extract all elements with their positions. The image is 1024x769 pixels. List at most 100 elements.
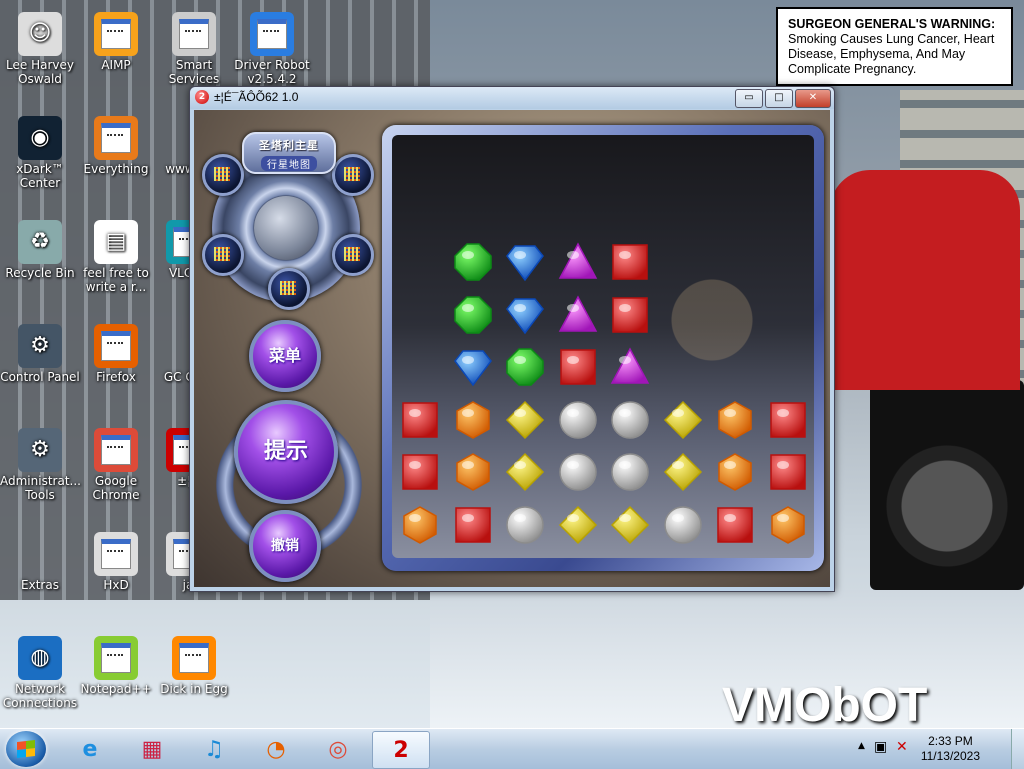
music-button[interactable]: ♫ <box>186 731 242 767</box>
clock[interactable]: 2:33 PM 11/13/2023 <box>921 734 980 764</box>
board-cell[interactable] <box>766 503 810 547</box>
board-cell[interactable] <box>608 398 652 442</box>
board-cell[interactable] <box>451 398 495 442</box>
volume-muted-icon[interactable]: ✕ <box>896 739 908 755</box>
board-cell[interactable] <box>766 398 810 442</box>
board-cell[interactable] <box>661 450 705 494</box>
red-gem <box>717 506 753 543</box>
desktop-icon-dick-in-egg[interactable]: Dick in Egg <box>154 632 234 728</box>
game-button[interactable]: 2 <box>372 731 430 769</box>
board-cell[interactable] <box>713 398 757 442</box>
desktop-icon-administrat-tools[interactable]: ⚙ Administrat... Tools <box>0 424 81 520</box>
app-icon: ⚙ <box>18 428 62 472</box>
board-cell[interactable] <box>608 240 652 284</box>
desktop-icon-feel-free-to-write-a-r[interactable]: ▤ feel free to write a r... <box>76 216 156 312</box>
desktop-icon-network-connections[interactable]: ◍ Network Connections <box>0 632 80 728</box>
orange-gem <box>718 453 752 491</box>
board-cell[interactable] <box>503 345 547 389</box>
yellow-gem <box>663 400 702 439</box>
purple-gem <box>558 242 597 279</box>
desktop-icon-hxd[interactable]: HxD <box>76 528 156 624</box>
close-button[interactable]: ✕ <box>795 89 831 108</box>
board-cell[interactable] <box>608 345 652 389</box>
board-cell[interactable] <box>556 345 600 389</box>
app-icon <box>94 636 138 680</box>
archive-button[interactable]: ▦ <box>124 731 180 767</box>
hint-button[interactable]: 提示 <box>234 400 338 504</box>
planet-icon-4[interactable] <box>332 234 374 276</box>
red-gem <box>612 296 648 333</box>
system-tray: ▲ ▣ ✕ 2:33 PM 11/13/2023 <box>854 729 1024 769</box>
board-cell[interactable] <box>608 503 652 547</box>
minimize-button[interactable]: ▭ <box>735 89 763 108</box>
internet-explorer-icon: e <box>82 736 98 762</box>
game-window[interactable]: 2 ±¦É¯ÃÔÕ62 1.0 ▭ □ ✕ 圣塔利主星 行星地图 菜单 提示 撤… <box>189 86 835 592</box>
chrome-button[interactable]: ◎ <box>310 731 366 767</box>
board-cell[interactable] <box>451 293 495 337</box>
red-gem <box>769 454 806 490</box>
app-icon: 2 <box>195 90 209 104</box>
wallpaper-logo-text: VMObOT <box>722 679 928 732</box>
board-cell[interactable] <box>398 398 442 442</box>
undo-button[interactable]: 撤销 <box>249 510 321 582</box>
desktop-icon-xdark-center[interactable]: ◉ xDark™ Center <box>0 112 80 208</box>
board-cell[interactable] <box>661 503 705 547</box>
internet-explorer-button[interactable]: e <box>62 731 118 767</box>
planet-map[interactable]: 圣塔利主星 行星地图 <box>202 124 374 310</box>
desktop-icon-control-panel[interactable]: ⚙ Control Panel <box>0 320 80 416</box>
board-cell[interactable] <box>766 450 810 494</box>
desktop-icon-lee-harvey-oswald[interactable]: ☺ Lee Harvey Oswald <box>0 8 80 104</box>
network-icon[interactable]: ▣ <box>874 739 887 755</box>
white-gem <box>611 400 649 439</box>
app-icon: ♻ <box>18 220 62 264</box>
board-cell[interactable] <box>451 345 495 389</box>
board-cell[interactable] <box>503 240 547 284</box>
board-cell[interactable] <box>398 503 442 547</box>
board-cell[interactable] <box>503 503 547 547</box>
desktop-icon-label: Recycle Bin <box>5 266 75 280</box>
game-area[interactable]: 圣塔利主星 行星地图 菜单 提示 撤销 <box>194 110 830 587</box>
board-cell[interactable] <box>451 503 495 547</box>
board-cell[interactable] <box>503 293 547 337</box>
desktop-icon-notepad[interactable]: Notepad++ <box>76 632 156 728</box>
purple-gem <box>558 294 597 332</box>
board-cell[interactable] <box>661 398 705 442</box>
board-cell[interactable] <box>556 240 600 284</box>
game-board[interactable] <box>392 135 814 558</box>
title-bar[interactable]: 2 ±¦É¯ÃÔÕ62 1.0 ▭ □ ✕ <box>190 87 834 109</box>
menu-button[interactable]: 菜单 <box>249 320 321 392</box>
maximize-button[interactable]: □ <box>765 89 793 108</box>
show-desktop-button[interactable] <box>1011 729 1024 769</box>
desktop-icon-recycle-bin[interactable]: ♻ Recycle Bin <box>0 216 80 312</box>
board-cell[interactable] <box>556 293 600 337</box>
show-hidden-icons-icon[interactable]: ▲ <box>858 741 865 751</box>
desktop-icon-firefox[interactable]: Firefox <box>76 320 156 416</box>
clock-date: 11/13/2023 <box>920 749 980 763</box>
board-cell[interactable] <box>503 398 547 442</box>
board-cell[interactable] <box>398 450 442 494</box>
desktop-icon-label: Administrat... Tools <box>0 474 81 502</box>
start-button[interactable] <box>6 731 46 767</box>
board-cell[interactable] <box>713 450 757 494</box>
desktop-icon-google-chrome[interactable]: Google Chrome <box>76 424 156 520</box>
board-cell[interactable] <box>503 450 547 494</box>
board-cell[interactable] <box>451 240 495 284</box>
board-cell[interactable] <box>608 450 652 494</box>
desktop-icon-label: AIMP <box>101 58 131 72</box>
board-cell[interactable] <box>713 503 757 547</box>
planet-icon-3[interactable] <box>202 234 244 276</box>
board-cell[interactable] <box>556 503 600 547</box>
desktop-icon-aimp[interactable]: AIMP <box>76 8 156 104</box>
planet-icon-1[interactable] <box>202 154 244 196</box>
desktop-icon-extras[interactable]: Extras <box>0 528 80 624</box>
board-cell[interactable] <box>451 450 495 494</box>
firefox-button[interactable]: ◔ <box>248 731 304 767</box>
app-icon: ☺ <box>18 12 62 56</box>
planet-icon-5[interactable] <box>268 268 310 310</box>
desktop-icon-label: Lee Harvey Oswald <box>6 58 74 86</box>
planet-icon-2[interactable] <box>332 154 374 196</box>
board-cell[interactable] <box>556 450 600 494</box>
board-cell[interactable] <box>608 293 652 337</box>
board-cell[interactable] <box>556 398 600 442</box>
red-gem <box>454 506 491 543</box>
